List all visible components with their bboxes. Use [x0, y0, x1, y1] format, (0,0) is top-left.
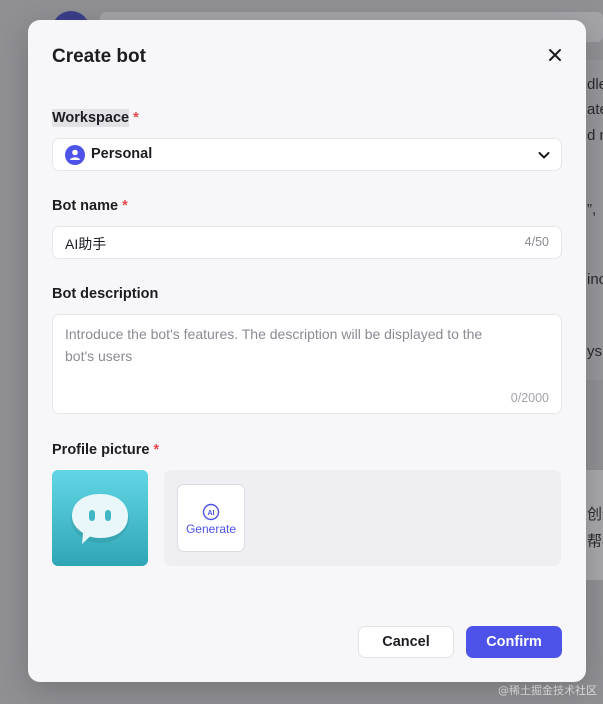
background-text: dle [587, 76, 603, 93]
background-text: 创造 [587, 506, 603, 523]
background-text: 帮我 [587, 533, 603, 550]
background-text: inc [587, 271, 603, 288]
background-panel [585, 470, 603, 580]
cancel-button[interactable]: Cancel [358, 626, 454, 658]
dialog-title: Create bot [52, 46, 146, 67]
ai-sparkle-icon: AI [202, 503, 220, 521]
required-mark: * [153, 442, 160, 458]
workspace-value: Personal [91, 146, 153, 162]
bot-description-counter: 0/2000 [510, 391, 549, 405]
bot-name-value: AI助手 [65, 236, 107, 252]
user-icon [65, 145, 85, 165]
workspace-label: Workspace * [52, 109, 139, 127]
chat-bubble-avatar-icon [71, 494, 129, 544]
bot-description-placeholder: Introduce the bot's features. The descri… [65, 326, 483, 364]
bot-name-label-text: Bot name [52, 198, 119, 214]
close-icon [549, 49, 561, 61]
generate-label: Generate [185, 522, 237, 536]
create-bot-dialog: Create bot Workspace * Personal Bot name *… [28, 20, 586, 682]
generate-avatar-button[interactable]: AI Generate [177, 484, 245, 552]
background-text: ”, [587, 201, 597, 218]
required-mark: * [133, 110, 139, 126]
watermark: @稀土掘金技术社区 [498, 684, 597, 697]
background-text: ys [587, 343, 602, 360]
profile-picture-preview[interactable] [52, 470, 148, 566]
bot-description-label: Bot description [52, 286, 158, 302]
profile-picture-label-text: Profile picture [52, 442, 150, 458]
bot-name-label: Bot name * [52, 198, 128, 214]
workspace-label-text: Workspace [52, 109, 130, 127]
ai-icon-text: AI [208, 510, 215, 517]
close-button[interactable] [546, 46, 564, 64]
profile-picture-label: Profile picture * [52, 442, 159, 458]
workspace-select[interactable]: Personal [52, 138, 562, 171]
background-text: d n [587, 127, 603, 144]
bot-name-input[interactable]: AI助手 4/50 [52, 226, 562, 259]
background-text: ate [587, 101, 603, 118]
confirm-button[interactable]: Confirm [466, 626, 562, 658]
bot-name-counter: 4/50 [524, 235, 549, 249]
required-mark: * [122, 198, 128, 214]
bot-description-textarea[interactable]: Introduce the bot's features. The descri… [52, 314, 562, 414]
chevron-down-icon [538, 152, 550, 159]
bot-description-label-text: Bot description [52, 286, 159, 302]
